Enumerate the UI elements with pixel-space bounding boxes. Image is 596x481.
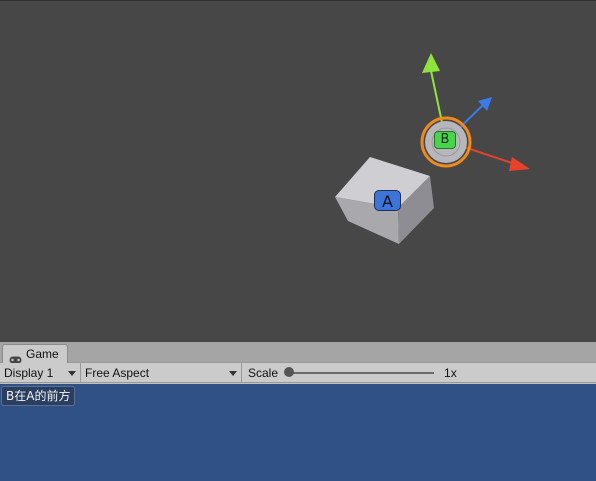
- scale-slider-thumb[interactable]: [284, 366, 295, 377]
- tab-game[interactable]: Game: [2, 344, 68, 364]
- game-view[interactable]: B在A的前方: [0, 384, 596, 481]
- object-a-label: A: [374, 190, 401, 211]
- game-panel: Game Display 1 Free Aspect Scale 1x B在A的…: [0, 342, 596, 481]
- display-dropdown[interactable]: Display 1: [0, 362, 81, 383]
- tab-game-label: Game: [26, 347, 59, 361]
- scale-value: 1x: [444, 365, 457, 380]
- chevron-down-icon: [229, 370, 237, 376]
- aspect-dropdown[interactable]: Free Aspect: [81, 362, 242, 383]
- scale-label: Scale: [248, 365, 279, 380]
- object-b-label: B: [434, 131, 456, 149]
- scene-canvas: [335, 53, 530, 244]
- gizmo-x-arrow-icon: [509, 157, 530, 171]
- scale-control: Scale 1x: [242, 363, 457, 383]
- aspect-dropdown-value: Free Aspect: [85, 365, 150, 380]
- game-toolbar: Display 1 Free Aspect Scale 1x: [0, 362, 596, 383]
- chevron-down-icon: [68, 370, 76, 376]
- gizmo-y-arrow-icon: [422, 53, 440, 73]
- gamepad-icon: [9, 351, 22, 363]
- overlay-text-label: B在A的前方: [1, 386, 76, 406]
- scale-slider[interactable]: [284, 366, 435, 377]
- tab-strip: Game: [0, 342, 596, 364]
- scene-view[interactable]: A B: [0, 0, 596, 342]
- display-dropdown-value: Display 1: [4, 365, 54, 380]
